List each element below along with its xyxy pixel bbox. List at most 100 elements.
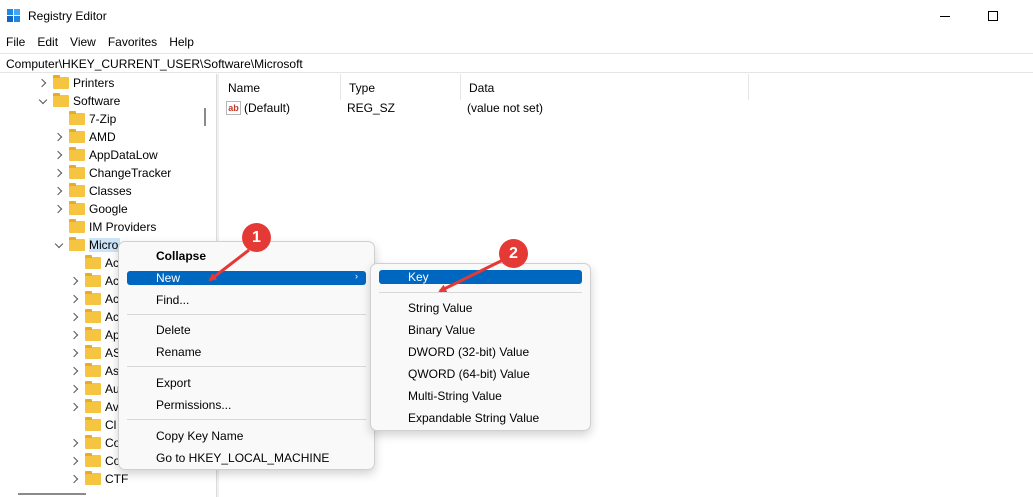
minimize-icon [940,15,950,17]
tree-item[interactable]: IM Providers [53,218,156,236]
tree-item[interactable]: Classes [53,182,132,200]
tree-item[interactable]: 7-Zip [53,110,116,128]
chevron-right-icon [53,221,65,233]
tree-item-label: Google [89,202,128,216]
tree-item[interactable]: AMD [53,128,116,146]
folder-icon [69,111,85,125]
tree-item[interactable]: Co [69,452,120,470]
window-title: Registry Editor [28,9,107,23]
tree-item[interactable]: AS [69,344,121,362]
tree-item[interactable]: Av [69,398,119,416]
chevron-right-icon[interactable] [69,329,81,341]
chevron-right-icon[interactable] [69,455,81,467]
menu-item-new[interactable]: New › [127,271,366,285]
tree-item-label: ChangeTracker [89,166,172,180]
folder-icon [85,381,101,395]
tree-item[interactable]: Ap [69,326,120,344]
chevron-right-icon[interactable] [69,293,81,305]
tree-item[interactable]: Cl [69,416,116,434]
column-header-data[interactable]: Data [461,74,749,100]
menu-item-delete[interactable]: Delete [127,323,366,337]
tree-item[interactable]: Ac [69,254,119,272]
tree-item-label: As [105,364,120,378]
folder-icon [69,219,85,233]
chevron-right-icon[interactable] [53,149,65,161]
scrollbar-thumb[interactable] [204,108,206,126]
chevron-right-icon[interactable] [69,383,81,395]
tree-item[interactable]: Ac [69,272,119,290]
tree-item[interactable]: Google [53,200,128,218]
scrollbar-thumb[interactable] [18,493,86,495]
tree-item[interactable]: As [69,362,119,380]
submenu-item-key[interactable]: Key [379,270,582,284]
chevron-right-icon[interactable] [53,131,65,143]
menu-item-permissions[interactable]: Permissions... [127,398,366,412]
menu-item-export[interactable]: Export [127,376,366,390]
chevron-down-icon[interactable] [37,95,49,107]
tree-horizontal-scrollbar[interactable] [0,486,198,497]
menu-item-goto-hklm[interactable]: Go to HKEY_LOCAL_MACHINE [127,451,366,465]
submenu-item-qword-value[interactable]: QWORD (64-bit) Value [379,367,582,381]
menu-item-copy-key-name[interactable]: Copy Key Name [127,429,366,443]
maximize-button[interactable] [970,0,1016,32]
chevron-right-icon[interactable] [69,473,81,485]
tree-item[interactable]: Ac [69,290,119,308]
tree-item-label: AppDataLow [89,148,158,162]
tree-item[interactable]: Printers [37,74,114,92]
menu-help[interactable]: Help [169,32,194,52]
chevron-right-icon[interactable] [37,77,49,89]
address-bar[interactable]: Computer\HKEY_CURRENT_USER\Software\Micr… [0,53,1033,73]
chevron-right-icon[interactable] [53,167,65,179]
menu-separator [127,366,366,367]
folder-icon [69,201,85,215]
chevron-right-icon[interactable] [69,365,81,377]
chevron-right-icon[interactable] [53,203,65,215]
folder-icon [85,399,101,413]
folder-icon [85,417,101,431]
folder-icon [85,309,101,323]
submenu-item-expandable-string-value[interactable]: Expandable String Value [379,411,582,425]
tree-item-label: Ac [105,292,120,306]
menu-view[interactable]: View [70,32,96,52]
minimize-button[interactable] [922,0,968,32]
tree-item-label: Av [105,400,119,414]
chevron-right-icon[interactable] [69,275,81,287]
chevron-right-icon[interactable] [69,347,81,359]
submenu-item-dword-value[interactable]: DWORD (32-bit) Value [379,345,582,359]
folder-icon [85,471,101,485]
column-header-type[interactable]: Type [341,74,461,100]
tree-item[interactable]: Au [69,380,120,398]
value-row[interactable]: ab (Default) REG_SZ (value not set) [220,100,749,118]
tree-item[interactable]: Ac [69,308,119,326]
folder-icon [85,327,101,341]
tree-item-label: Cl [105,418,117,432]
chevron-right-icon[interactable] [69,401,81,413]
chevron-right-icon[interactable] [69,437,81,449]
chevron-down-icon[interactable] [53,239,65,251]
value-data: (value not set) [467,101,544,115]
column-header-name[interactable]: Name [220,74,341,100]
folder-icon [69,129,85,143]
folder-icon [85,363,101,377]
submenu-item-string-value[interactable]: String Value [379,301,582,315]
chevron-right-icon[interactable] [69,311,81,323]
tree-item[interactable]: AppDataLow [53,146,158,164]
tree-item[interactable]: Software [37,92,120,110]
string-value-icon: ab [226,101,241,115]
menu-edit[interactable]: Edit [37,32,58,52]
tree-item[interactable]: Co [69,434,120,452]
tree-item[interactable]: ChangeTracker [53,164,171,182]
menu-item-rename[interactable]: Rename [127,345,366,359]
submenu-item-binary-value[interactable]: Binary Value [379,323,582,337]
tree-item-label: Classes [89,184,132,198]
folder-icon [69,183,85,197]
menu-item-new-label: New [156,271,181,285]
chevron-right-icon[interactable] [53,185,65,197]
menu-file[interactable]: File [6,32,25,52]
menu-item-collapse[interactable]: Collapse [127,249,366,263]
submenu-item-multi-string-value[interactable]: Multi-String Value [379,389,582,403]
value-name: (Default) [244,101,291,115]
menu-item-find[interactable]: Find... [127,293,366,307]
menu-favorites[interactable]: Favorites [108,32,157,52]
tree-item[interactable]: Micro [53,236,121,254]
